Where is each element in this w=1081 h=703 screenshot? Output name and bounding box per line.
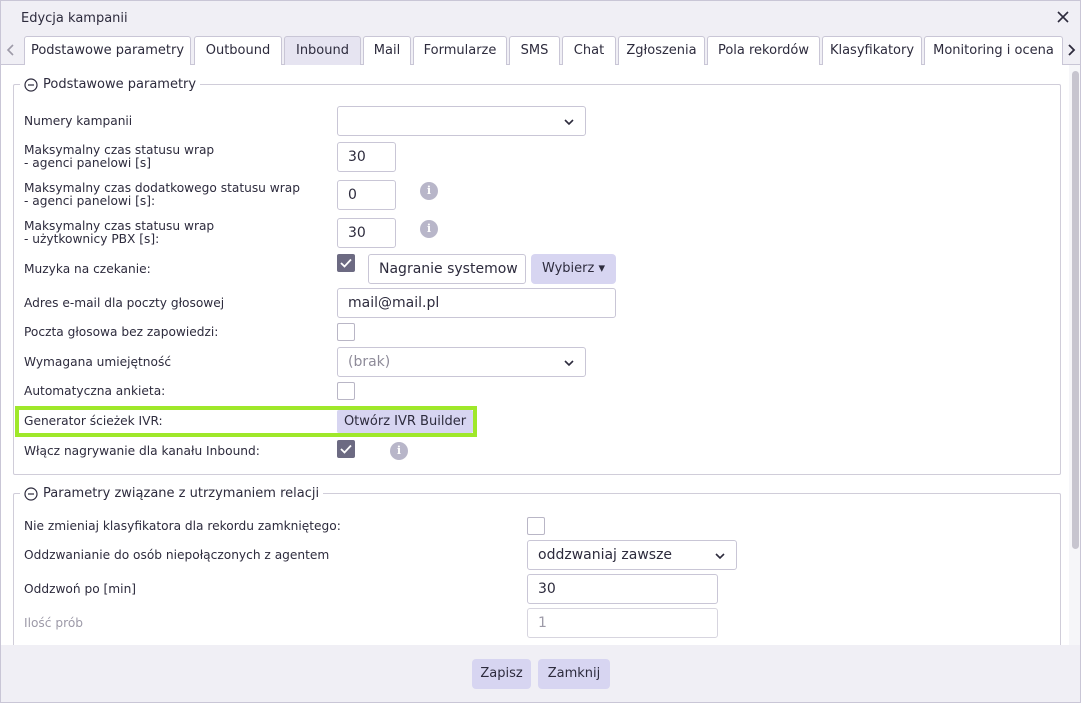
tab-formularze[interactable]: Formularze (413, 36, 507, 65)
dialog-footer: Zapisz Zamknij (1, 645, 1080, 702)
required-skill-label: Wymagana umiejętność (24, 355, 172, 369)
tab-chat[interactable]: Chat (562, 36, 616, 65)
wrap-pbx-label-2: - użytkownicy PBX [s]: (24, 232, 160, 246)
callback-label: Oddzwanianie do osób niepołączonych z ag… (24, 548, 330, 562)
info-icon[interactable]: i (420, 182, 438, 200)
content-scrollbar[interactable] (1069, 65, 1080, 645)
voicemail-no-greeting-checkbox[interactable] (337, 323, 355, 341)
tab-mail[interactable]: Mail (363, 36, 411, 65)
tab-outbound[interactable]: Outbound (194, 36, 282, 65)
campaign-numbers-label: Numery kampanii (24, 114, 133, 128)
tabs-scroll-right-icon[interactable] (1064, 39, 1078, 61)
inbound-recording-label: Włącz nagrywanie dla kanału Inbound: (24, 444, 260, 458)
check-icon (340, 444, 352, 454)
tab-zgloszenia[interactable]: Zgłoszenia (618, 36, 705, 65)
tab-klasyfikatory[interactable]: Klasyfikatory (822, 36, 922, 65)
chevron-down-icon (564, 360, 574, 367)
campaign-edit-dialog: Edycja kampanii Podstawowe parametry Out… (0, 0, 1081, 703)
relations-title: Parametry związane z utrzymaniem relacji (43, 486, 320, 501)
keep-classifier-label: Nie zmieniaj klasyfikatora dla rekordu z… (24, 519, 341, 533)
ivr-generator-label: Generator ścieżek IVR: (24, 414, 163, 428)
collapse-minus-icon[interactable] (24, 486, 38, 501)
attempts-input[interactable]: 1 (527, 608, 718, 638)
check-icon (340, 258, 352, 268)
voicemail-email-input[interactable]: mail@mail.pl (337, 288, 616, 318)
tab-monitoring-i-ocena[interactable]: Monitoring i ocena (924, 36, 1063, 65)
dialog-titlebar: Edycja kampanii (1, 1, 1080, 35)
callback-after-input[interactable]: 30 (527, 574, 718, 604)
wrap-panel-label-1: Maksymalny czas statusu wrap (24, 143, 215, 157)
voicemail-no-greeting-label: Poczta głosowa bez zapowiedzi: (24, 325, 219, 339)
tab-strip: Podstawowe parametry Outbound Inbound Ma… (1, 35, 1080, 65)
save-button[interactable]: Zapisz (472, 659, 531, 689)
tab-content: Podstawowe parametry Numery kampanii Mak… (1, 65, 1067, 645)
tab-podstawowe-parametry[interactable]: Podstawowe parametry (24, 36, 191, 65)
voicemail-email-label: Adres e-mail dla poczty głosowej (24, 296, 225, 310)
tabs: Podstawowe parametry Outbound Inbound Ma… (24, 36, 1064, 65)
callback-value: oddzwaniaj zawsze (538, 547, 673, 563)
basic-params-legend[interactable]: Podstawowe parametry (20, 77, 200, 92)
tab-sms[interactable]: SMS (509, 36, 560, 65)
scrollbar-thumb[interactable] (1072, 71, 1079, 549)
wrap-panel-input[interactable]: 30 (337, 142, 396, 172)
campaign-numbers-select[interactable] (337, 106, 586, 136)
tabs-scroll-left-icon[interactable] (4, 39, 18, 61)
tab-inbound[interactable]: Inbound (284, 36, 361, 65)
keep-classifier-checkbox[interactable] (527, 517, 545, 535)
callback-after-label: Oddzwoń po [min] (24, 582, 137, 596)
choose-hold-music-button[interactable]: Wybierz ▾ (531, 254, 616, 284)
basic-params-title: Podstawowe parametry (43, 77, 197, 92)
tab-pola-rekordow[interactable]: Pola rekordów (707, 36, 820, 65)
relations-legend[interactable]: Parametry związane z utrzymaniem relacji (20, 486, 323, 501)
close-button[interactable]: Zamknij (538, 659, 610, 689)
required-skill-value: (brak) (348, 354, 391, 370)
auto-survey-checkbox[interactable] (337, 382, 355, 400)
info-icon[interactable]: i (420, 220, 438, 238)
extra-wrap-panel-label-2: - agenci panelowi [s]: (24, 194, 156, 208)
chevron-down-icon (564, 119, 574, 126)
close-icon[interactable] (1054, 8, 1072, 26)
hold-music-input[interactable]: Nagranie systemow (368, 254, 526, 284)
inbound-recording-checkbox[interactable] (337, 440, 355, 458)
extra-wrap-panel-label-1: Maksymalny czas dodatkowego statusu wrap (24, 181, 300, 195)
wrap-panel-label-2: - agenci panelowi [s] (24, 156, 152, 170)
open-ivr-builder-button[interactable]: Otwórz IVR Builder (337, 410, 473, 433)
collapse-minus-icon[interactable] (24, 77, 38, 92)
info-icon[interactable]: i (390, 442, 408, 460)
auto-survey-label: Automatyczna ankieta: (24, 384, 166, 398)
attempts-label: Ilość prób (24, 616, 84, 630)
chevron-down-icon (715, 553, 725, 560)
dialog-title: Edycja kampanii (21, 11, 128, 26)
callback-select[interactable]: oddzwaniaj zawsze (527, 540, 737, 570)
hold-music-checkbox[interactable] (337, 254, 355, 272)
wrap-pbx-input[interactable]: 30 (337, 218, 396, 248)
wrap-pbx-label-1: Maksymalny czas statusu wrap (24, 219, 215, 233)
required-skill-select[interactable]: (brak) (337, 347, 586, 377)
hold-music-label: Muzyka na czekanie: (24, 262, 151, 276)
extra-wrap-panel-input[interactable]: 0 (337, 180, 396, 210)
